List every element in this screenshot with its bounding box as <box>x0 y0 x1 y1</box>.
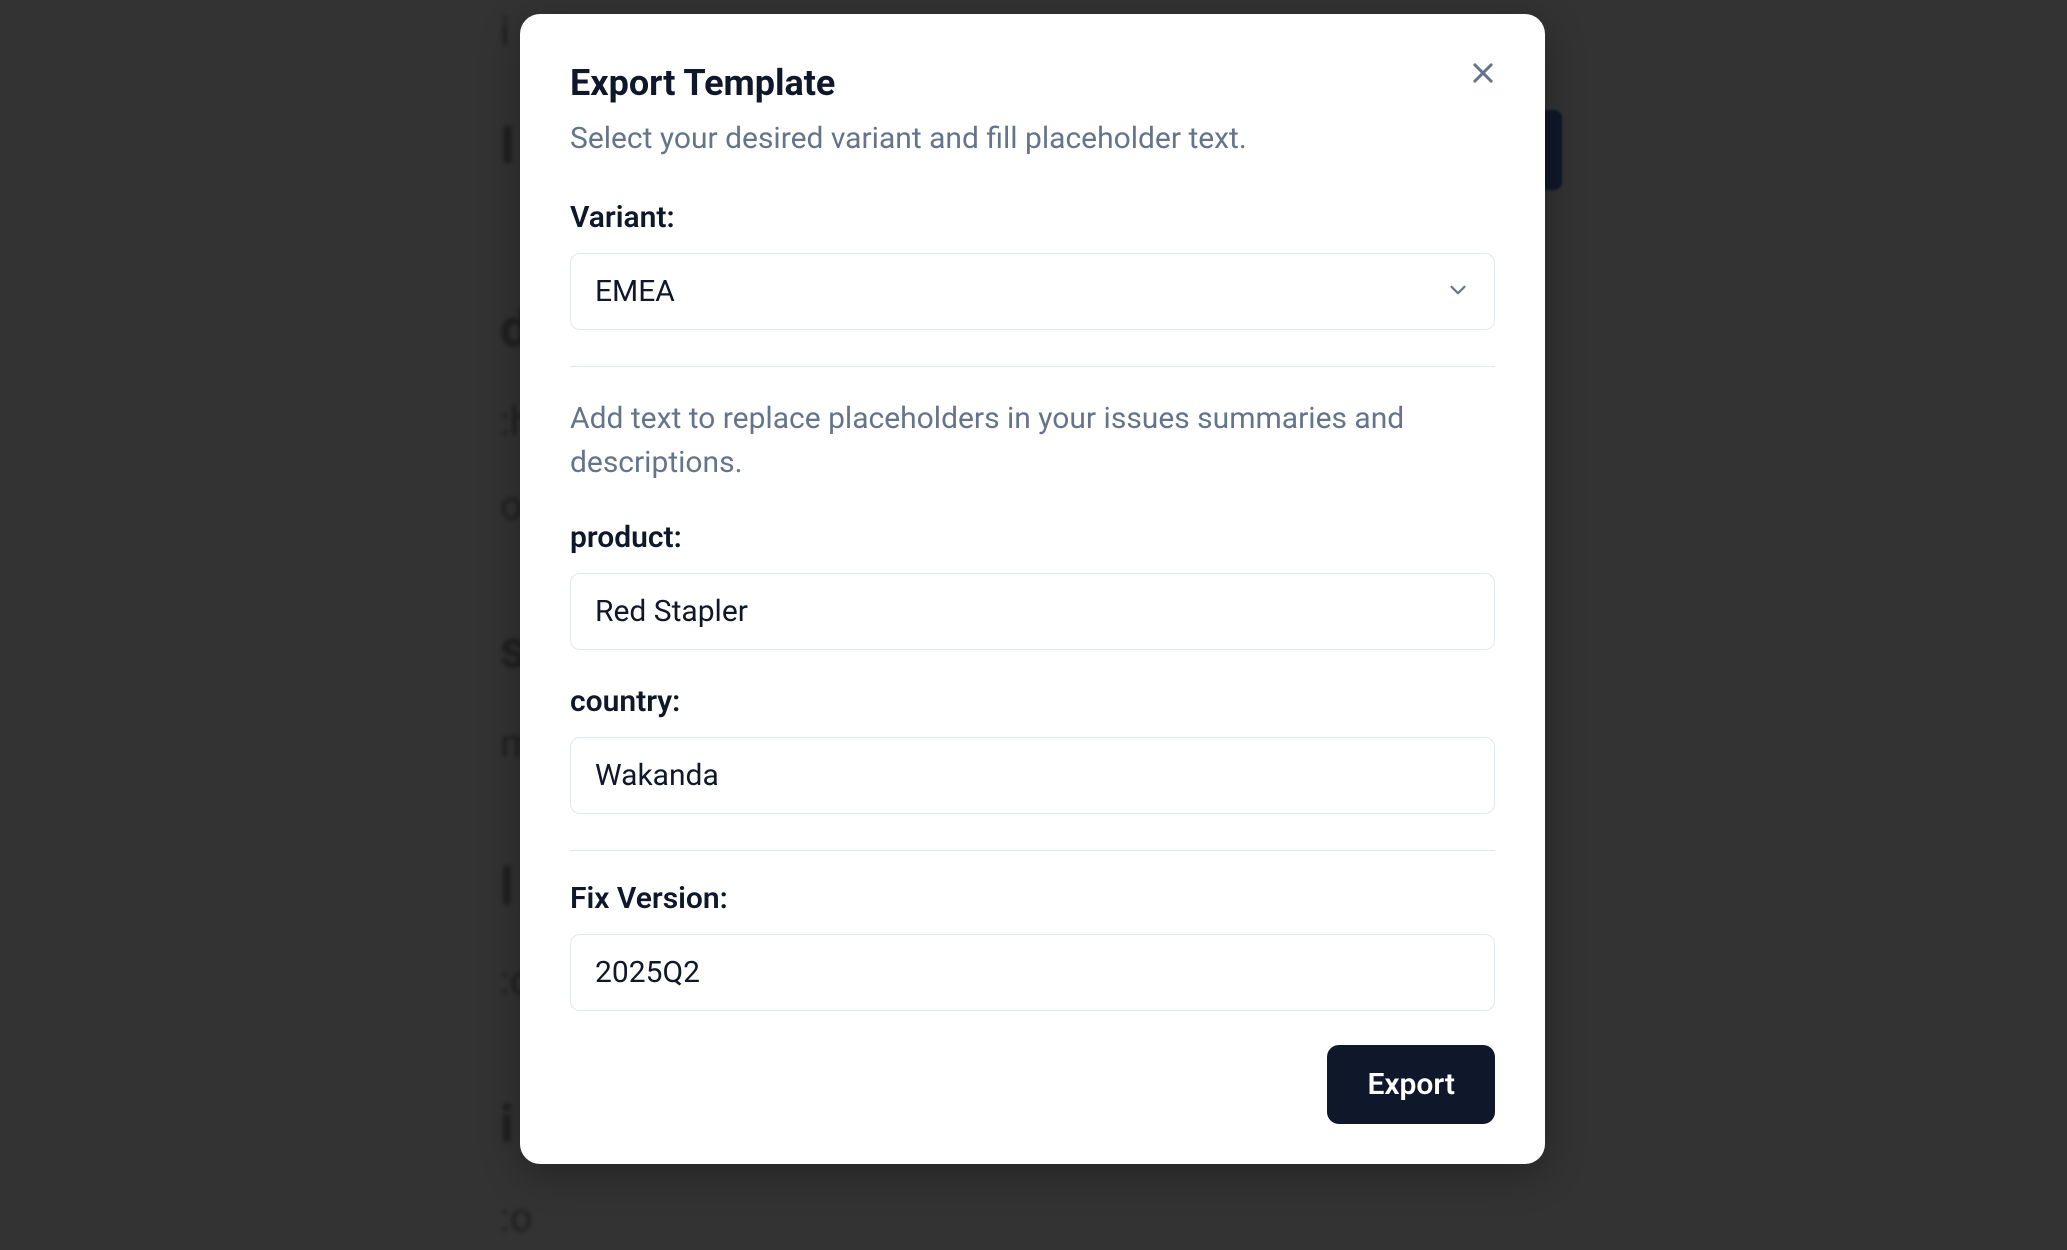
export-template-modal: Export Template Select your desired vari… <box>520 14 1545 1164</box>
modal-footer: Export <box>570 1045 1495 1124</box>
country-input[interactable] <box>570 737 1495 814</box>
placeholders-description: Add text to replace placeholders in your… <box>570 397 1495 484</box>
variant-select-wrapper: EMEA <box>570 253 1495 330</box>
fix-version-label: Fix Version: <box>570 881 1495 916</box>
variant-label: Variant: <box>570 200 1495 235</box>
export-button[interactable]: Export <box>1327 1045 1495 1124</box>
modal-title: Export Template <box>570 62 1495 104</box>
variant-select[interactable]: EMEA <box>570 253 1495 330</box>
close-icon <box>1469 59 1497 90</box>
variant-field-group: Variant: EMEA <box>570 200 1495 330</box>
country-field-group: country: <box>570 684 1495 814</box>
modal-header: Export Template Select your desired vari… <box>570 62 1495 160</box>
country-label: country: <box>570 684 1495 719</box>
product-input[interactable] <box>570 573 1495 650</box>
product-label: product: <box>570 520 1495 555</box>
close-button[interactable] <box>1463 54 1503 94</box>
modal-subtitle: Select your desired variant and fill pla… <box>570 118 1495 160</box>
fix-version-field-group: Fix Version: <box>570 881 1495 1011</box>
fix-version-input[interactable] <box>570 934 1495 1011</box>
divider <box>570 366 1495 367</box>
product-field-group: product: <box>570 520 1495 650</box>
divider <box>570 850 1495 851</box>
